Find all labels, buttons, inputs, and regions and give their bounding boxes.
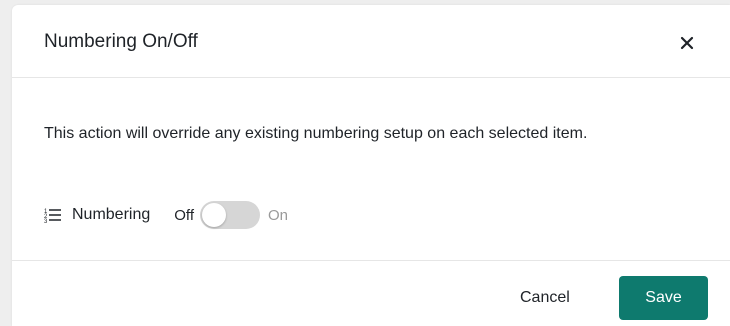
close-icon[interactable] xyxy=(677,33,697,53)
numbered-list-icon: 1 2 3 xyxy=(44,207,62,223)
toggle-knob xyxy=(202,203,226,227)
dialog-header: Numbering On/Off xyxy=(12,5,730,78)
numbering-row: 1 2 3 Numbering Off On xyxy=(44,201,288,229)
cancel-button[interactable]: Cancel xyxy=(508,276,582,320)
numbering-toggle[interactable] xyxy=(200,201,260,229)
numbering-label: Numbering xyxy=(72,206,151,223)
numbering-dialog: Numbering On/Off This action will overri… xyxy=(12,5,730,326)
svg-text:3: 3 xyxy=(44,219,48,223)
dialog-title: Numbering On/Off xyxy=(44,31,198,52)
dialog-footer: Cancel Save xyxy=(12,260,730,326)
dialog-message: This action will override any existing n… xyxy=(44,125,588,142)
save-button[interactable]: Save xyxy=(619,276,708,320)
toggle-on-label: On xyxy=(268,206,289,224)
toggle-off-label: Off xyxy=(174,206,194,224)
